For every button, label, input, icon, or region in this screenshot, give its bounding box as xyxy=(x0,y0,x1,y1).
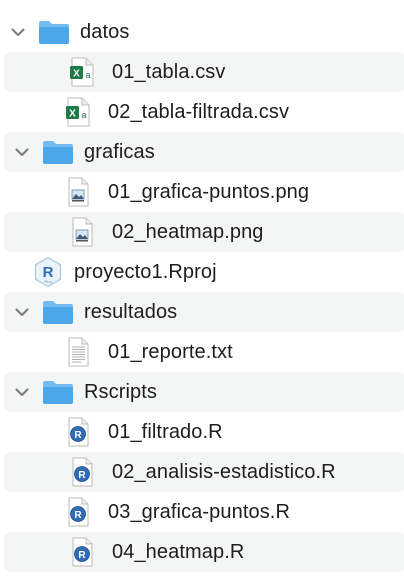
chevron-down-icon[interactable] xyxy=(14,384,30,400)
file-row-rproj[interactable]: R Proj proyecto1.Rproj xyxy=(0,252,404,292)
svg-text:R: R xyxy=(78,470,86,481)
svg-text:Proj: Proj xyxy=(44,279,51,284)
folder-label: Rscripts xyxy=(84,381,158,403)
folder-row-graficas[interactable]: graficas xyxy=(4,132,404,172)
svg-text:X: X xyxy=(69,109,76,120)
file-row-r[interactable]: R 03_grafica-puntos.R xyxy=(0,492,404,532)
excel-csv-icon: Xa xyxy=(68,56,96,88)
file-row-r[interactable]: R 01_filtrado.R xyxy=(0,412,404,452)
file-row-r[interactable]: R 04_heatmap.R xyxy=(4,532,404,572)
folder-label: datos xyxy=(80,21,130,43)
chevron-down-icon[interactable] xyxy=(14,144,30,160)
file-row-txt[interactable]: 01_reporte.txt xyxy=(0,332,404,372)
folder-row-rscripts[interactable]: Rscripts xyxy=(4,372,404,412)
svg-text:R: R xyxy=(78,550,86,561)
chevron-down-icon[interactable] xyxy=(14,304,30,320)
folder-row-resultados[interactable]: resultados xyxy=(4,292,404,332)
file-label: 02_analisis-estadistico.R xyxy=(112,461,336,483)
r-script-icon: R xyxy=(68,536,96,568)
svg-text:a: a xyxy=(81,110,86,120)
file-label: 01_reporte.txt xyxy=(108,341,233,363)
file-row-png[interactable]: 02_heatmap.png xyxy=(4,212,404,252)
file-row-png[interactable]: 01_grafica-puntos.png xyxy=(0,172,404,212)
folder-icon xyxy=(42,298,74,326)
r-script-icon: R xyxy=(68,456,96,488)
folder-icon xyxy=(38,18,70,46)
text-file-icon xyxy=(64,336,92,368)
svg-text:a: a xyxy=(85,70,90,80)
r-script-icon: R xyxy=(64,496,92,528)
image-file-icon xyxy=(64,176,92,208)
file-label: 02_heatmap.png xyxy=(112,221,264,243)
svg-text:R: R xyxy=(74,510,82,521)
svg-text:X: X xyxy=(73,69,80,80)
file-tree: datos Xa 01_tabla.csv Xa 02_tabla-filtra… xyxy=(0,0,404,576)
svg-text:R: R xyxy=(74,430,82,441)
file-label: 01_filtrado.R xyxy=(108,421,223,443)
file-row-csv[interactable]: Xa 01_tabla.csv xyxy=(4,52,404,92)
file-row-csv[interactable]: Xa 02_tabla-filtrada.csv xyxy=(0,92,404,132)
folder-icon xyxy=(42,378,74,406)
file-label: 01_grafica-puntos.png xyxy=(108,181,310,203)
excel-csv-icon: Xa xyxy=(64,96,92,128)
file-label: 04_heatmap.R xyxy=(112,541,245,563)
r-script-icon: R xyxy=(64,416,92,448)
file-label: proyecto1.Rproj xyxy=(74,261,217,283)
rproject-icon: R Proj xyxy=(32,256,64,288)
chevron-down-icon[interactable] xyxy=(10,24,26,40)
file-label: 02_tabla-filtrada.csv xyxy=(108,101,290,123)
image-file-icon xyxy=(68,216,96,248)
file-label: 01_tabla.csv xyxy=(112,61,226,83)
file-label: 03_grafica-puntos.R xyxy=(108,501,291,523)
folder-label: graficas xyxy=(84,141,155,163)
folder-icon xyxy=(42,138,74,166)
file-row-r[interactable]: R 02_analisis-estadistico.R xyxy=(4,452,404,492)
folder-row-datos[interactable]: datos xyxy=(0,12,404,52)
folder-label: resultados xyxy=(84,301,178,323)
